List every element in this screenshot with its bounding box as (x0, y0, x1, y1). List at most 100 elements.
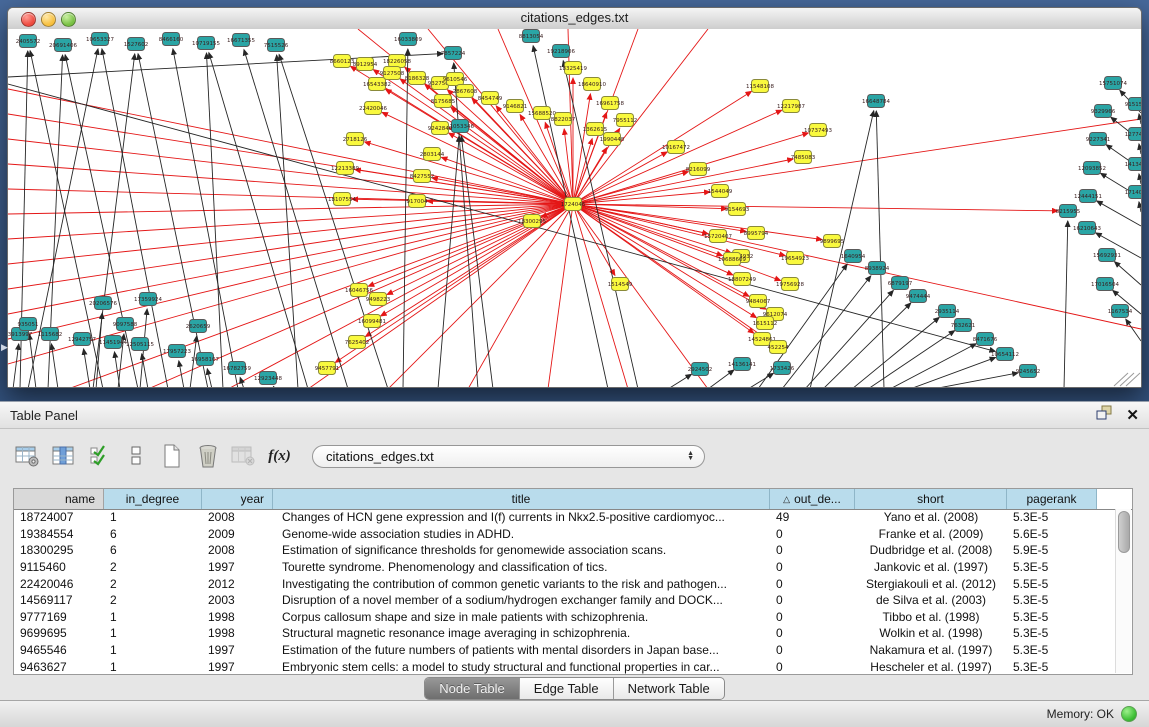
graph-node[interactable]: 1615112 (753, 317, 778, 330)
graph-node[interactable]: 2620659 (186, 320, 211, 333)
graph-node[interactable]: 8660123 (330, 55, 355, 68)
graph-node[interactable]: 452254 (768, 341, 789, 354)
table-row[interactable]: 1872400712008Changes of HCN gene express… (14, 509, 1116, 526)
table-settings-icon[interactable] (14, 443, 41, 470)
graph-node[interactable]: 2924502 (688, 363, 713, 376)
graph-node[interactable]: 9151596 (1125, 98, 1141, 111)
graph-node[interactable]: 1714037 (1125, 186, 1141, 199)
graph-node[interactable]: 8427552 (410, 170, 435, 183)
graph-node[interactable]: 8471676 (973, 333, 998, 346)
graph-node[interactable]: 18325419 (559, 62, 587, 75)
row-select-checks-icon[interactable] (86, 443, 113, 470)
graph-node[interactable]: 1733426 (770, 362, 795, 375)
graph-node[interactable]: 9242848 (428, 122, 453, 135)
column-header-short[interactable]: short (855, 489, 1007, 509)
graph-node[interactable]: 9245652 (1016, 365, 1041, 378)
graph-node[interactable]: 9610546 (443, 73, 468, 86)
graph-node[interactable]: 7625402 (345, 336, 370, 349)
graph-node[interactable]: 11548108 (746, 80, 774, 93)
graph-node[interactable]: 8466160 (159, 33, 184, 46)
row-height-icon[interactable] (122, 443, 149, 470)
table-selector-dropdown[interactable]: citations_edges.txt ▲▼ (312, 445, 705, 468)
table-row[interactable]: 1456911722003Disruption of a novel membe… (14, 592, 1116, 609)
trash-icon[interactable] (194, 443, 221, 470)
graph-node[interactable]: 7955112 (613, 114, 638, 127)
tab-network-table[interactable]: Network Table (614, 678, 724, 699)
graph-node[interactable]: 12093852 (1078, 162, 1106, 175)
new-document-icon[interactable] (158, 443, 185, 470)
network-canvas[interactable]: 2405572206914061065332715276028466160107… (8, 29, 1141, 387)
graph-node[interactable]: 9154693 (725, 203, 750, 216)
graph-node[interactable]: 917004 (407, 195, 428, 208)
graph-node[interactable]: 12505115 (126, 338, 154, 351)
graph-node[interactable]: 8813054 (519, 30, 544, 43)
graph-node[interactable]: 17957223 (163, 345, 191, 358)
graph-node[interactable]: 10719155 (192, 37, 220, 50)
graph-node[interactable]: 7632621 (951, 319, 976, 332)
graph-node[interactable]: 14136141 (728, 358, 756, 371)
graph-node[interactable]: 15720407 (704, 230, 732, 243)
minimize-window-button[interactable] (41, 12, 56, 27)
delete-table-icon[interactable] (230, 443, 257, 470)
table-row[interactable]: 977716911998Corpus callosum shape and si… (14, 609, 1116, 626)
graph-node[interactable]: 1514549 (608, 278, 633, 291)
panel-collapse-arrow-icon[interactable]: ▶ (1, 342, 8, 353)
tab-edge-table[interactable]: Edge Table (520, 678, 614, 699)
graph-node[interactable]: 9146821 (503, 100, 528, 113)
function-builder-icon[interactable]: f(x) (266, 443, 293, 470)
graph-node[interactable]: 19218906 (547, 45, 575, 58)
graph-node[interactable]: 16648784 (862, 95, 890, 108)
graph-node[interactable]: 2935114 (935, 305, 960, 318)
graph-node[interactable]: 7515526 (264, 39, 289, 52)
graph-node[interactable]: 9474444 (906, 290, 931, 303)
graph-node[interactable]: 10737493 (804, 124, 832, 137)
graph-node[interactable]: 8186328 (405, 72, 430, 85)
graph-node[interactable]: 18640910 (578, 78, 606, 91)
table-row[interactable]: 1830029562008Estimation of significance … (14, 542, 1116, 559)
graph-node[interactable]: 8912954 (353, 58, 378, 71)
graph-node[interactable]: 10654112 (991, 348, 1019, 361)
graph-node[interactable]: 16210643 (1073, 222, 1101, 235)
graph-node[interactable]: 10167472 (662, 141, 690, 154)
resize-grip-icon[interactable] (1126, 373, 1140, 386)
graph-node[interactable]: 10653327 (86, 33, 114, 46)
graph-node[interactable]: 9329966 (1091, 105, 1116, 118)
graph-node[interactable]: 8822037 (551, 113, 576, 126)
graph-node[interactable]: 7485083 (791, 151, 816, 164)
table-row[interactable]: 1938455462009Genome-wide association stu… (14, 526, 1116, 543)
graph-node[interactable]: 15692931 (1093, 249, 1121, 262)
column-header-pagerank[interactable]: pagerank (1007, 489, 1097, 509)
graph-node[interactable]: 16033809 (394, 33, 422, 46)
graph-node[interactable]: 12444151 (1074, 190, 1102, 203)
column-header-in-degree[interactable]: in_degree (104, 489, 202, 509)
graph-node[interactable]: 9457791 (315, 362, 340, 375)
graph-node[interactable]: 6879197 (888, 277, 913, 290)
table-row[interactable]: 946362711997Embryonic stem cells: a mode… (14, 658, 1116, 674)
close-panel-icon[interactable]: ✕ (1126, 408, 1139, 423)
graph-node[interactable]: 16958107 (191, 353, 219, 366)
graph-node[interactable]: 16961758 (596, 97, 624, 110)
graph-node[interactable]: 1167534 (1108, 305, 1133, 318)
graph-node[interactable]: 15751074 (1099, 77, 1127, 90)
graph-node[interactable]: 9899695 (820, 235, 845, 248)
graph-node[interactable]: 1990448 (600, 133, 625, 146)
graph-node[interactable]: 1277425 (1125, 128, 1141, 141)
tab-node-table[interactable]: Node Table (425, 678, 520, 699)
graph-node[interactable]: 16099481 (358, 315, 386, 328)
table-row[interactable]: 946554611997Estimation of the future num… (14, 642, 1116, 659)
graph-node[interactable]: 8216099 (686, 163, 711, 176)
graph-node[interactable]: 9227341 (1086, 133, 1111, 146)
close-window-button[interactable] (21, 12, 36, 27)
column-header-out-degree[interactable]: △ out_de... (770, 489, 855, 509)
table-row[interactable]: 2242004622012Investigating the contribut… (14, 575, 1116, 592)
graph-node[interactable]: 20691406 (49, 39, 77, 52)
graph-node[interactable]: 16782759 (223, 362, 251, 375)
graph-node[interactable]: 1640954 (841, 250, 866, 263)
column-header-title[interactable]: title (273, 489, 770, 509)
graph-node[interactable]: 19756928 (776, 278, 804, 291)
table-row[interactable]: 969969511998Structural magnetic resonanc… (14, 625, 1116, 642)
graph-node[interactable]: 2718126 (343, 133, 368, 146)
graph-node[interactable]: 16671355 (227, 34, 255, 47)
window-titlebar[interactable]: citations_edges.txt (8, 8, 1141, 30)
scrollbar-thumb[interactable] (1118, 511, 1130, 553)
